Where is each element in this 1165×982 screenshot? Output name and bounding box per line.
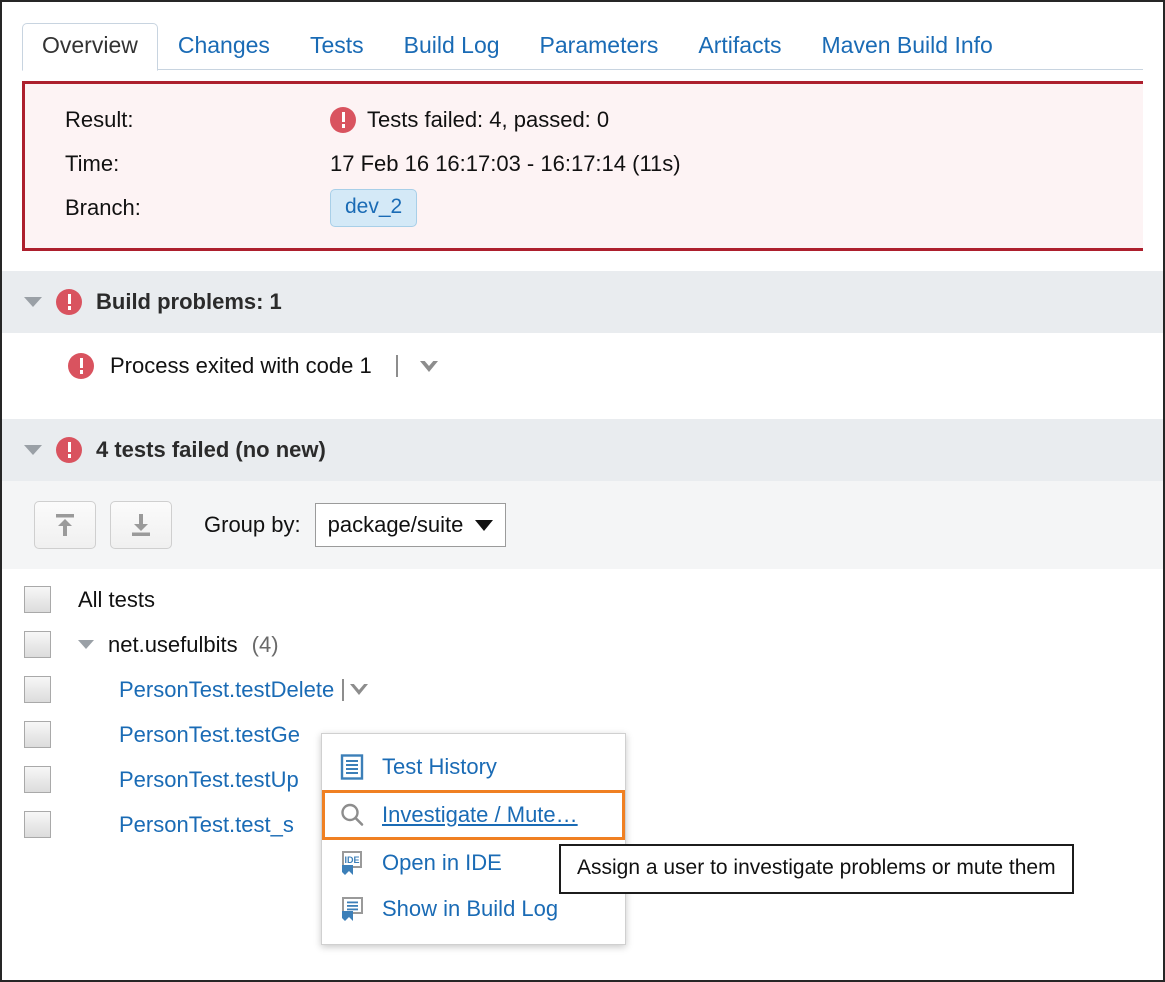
menu-item-test-history[interactable]: Test History bbox=[322, 744, 625, 790]
arrow-down-to-line-icon bbox=[128, 511, 154, 539]
tests-toolbar: Group by: package/suite bbox=[2, 481, 1163, 569]
tab-label: Changes bbox=[178, 32, 270, 58]
menu-item-investigate-mute[interactable]: Investigate / Mute… bbox=[322, 790, 625, 840]
test-name-link[interactable]: PersonTest.testGe bbox=[119, 722, 300, 748]
build-problem-text: Process exited with code 1 bbox=[110, 353, 372, 379]
tree-row-package: net.usefulbits (4) bbox=[2, 622, 1163, 667]
checkbox-test[interactable] bbox=[24, 721, 51, 748]
tree-row-all-tests: All tests bbox=[2, 577, 1163, 622]
chevron-down-icon bbox=[475, 520, 493, 531]
build-problem-item: Process exited with code 1 bbox=[2, 333, 1163, 399]
error-icon bbox=[68, 353, 94, 379]
menu-item-label: Investigate / Mute… bbox=[382, 802, 578, 828]
spacer bbox=[2, 251, 1163, 271]
tab-label: Maven Build Info bbox=[822, 32, 993, 58]
build-problems-header[interactable]: Build problems: 1 bbox=[2, 271, 1163, 333]
result-row: Result: Tests failed: 4, passed: 0 bbox=[25, 98, 1143, 142]
tab-build-log[interactable]: Build Log bbox=[384, 24, 520, 70]
tab-overview[interactable]: Overview bbox=[22, 23, 158, 71]
svg-text:IDE: IDE bbox=[344, 855, 359, 865]
tests-failed-header[interactable]: 4 tests failed (no new) bbox=[2, 419, 1163, 481]
result-value: Tests failed: 4, passed: 0 bbox=[330, 107, 609, 133]
time-row: Time: 17 Feb 16 16:17:03 - 16:17:14 (11s… bbox=[25, 142, 1143, 186]
build-problems-title: Build problems: 1 bbox=[96, 289, 282, 315]
branch-label: Branch: bbox=[25, 195, 330, 221]
chevron-down-icon[interactable] bbox=[420, 361, 438, 372]
chevron-down-icon[interactable] bbox=[24, 297, 42, 307]
checkbox-test[interactable] bbox=[24, 811, 51, 838]
table-row: PersonTest.testDelete bbox=[2, 667, 1163, 712]
time-value: 17 Feb 16 16:17:03 - 16:17:14 (11s) bbox=[330, 151, 681, 177]
group-by-select[interactable]: package/suite bbox=[315, 503, 507, 547]
tab-changes[interactable]: Changes bbox=[158, 24, 290, 70]
checkbox-package[interactable] bbox=[24, 631, 51, 658]
arrow-up-to-line-icon bbox=[52, 511, 78, 539]
magnifier-icon bbox=[338, 801, 366, 829]
test-history-icon bbox=[338, 753, 366, 781]
branch-row: Branch: dev_2 bbox=[25, 186, 1143, 230]
error-icon bbox=[56, 437, 82, 463]
build-overview-page: Overview Changes Tests Build Log Paramet… bbox=[0, 0, 1165, 982]
test-name-link[interactable]: PersonTest.testUp bbox=[119, 767, 299, 793]
group-by-label: Group by: bbox=[204, 512, 301, 538]
tab-bar: Overview Changes Tests Build Log Paramet… bbox=[2, 2, 1163, 70]
time-label: Time: bbox=[25, 151, 330, 177]
collapse-all-button[interactable] bbox=[34, 501, 96, 549]
tab-label: Parameters bbox=[540, 32, 659, 58]
result-label: Result: bbox=[25, 107, 330, 133]
branch-badge[interactable]: dev_2 bbox=[330, 189, 417, 227]
checkbox-all-tests[interactable] bbox=[24, 586, 51, 613]
spacer bbox=[2, 399, 1163, 419]
tree-count: (4) bbox=[252, 632, 279, 658]
tab-tests[interactable]: Tests bbox=[290, 24, 384, 70]
tab-label: Tests bbox=[310, 32, 364, 58]
expand-all-button[interactable] bbox=[110, 501, 172, 549]
show-in-build-log-icon bbox=[338, 895, 366, 923]
divider bbox=[396, 355, 398, 377]
tab-label: Overview bbox=[42, 32, 138, 58]
chevron-down-icon[interactable] bbox=[78, 640, 94, 649]
tooltip: Assign a user to investigate problems or… bbox=[559, 844, 1074, 894]
tab-maven-build-info[interactable]: Maven Build Info bbox=[802, 24, 1013, 70]
build-result-panel: Result: Tests failed: 4, passed: 0 Time:… bbox=[22, 81, 1143, 251]
chevron-down-icon[interactable] bbox=[24, 445, 42, 455]
tab-label: Build Log bbox=[404, 32, 500, 58]
test-context-menu: Test History Investigate / Mute… IDE Ope… bbox=[321, 733, 626, 945]
tab-parameters[interactable]: Parameters bbox=[520, 24, 679, 70]
menu-item-label: Show in Build Log bbox=[382, 896, 558, 922]
chevron-down-icon[interactable] bbox=[350, 684, 368, 695]
group-by-value: package/suite bbox=[328, 512, 464, 538]
result-status-text: Tests failed: 4, passed: 0 bbox=[367, 107, 609, 133]
open-in-ide-icon: IDE bbox=[338, 849, 366, 877]
tests-failed-title: 4 tests failed (no new) bbox=[96, 437, 326, 463]
divider bbox=[342, 679, 344, 701]
error-icon bbox=[56, 289, 82, 315]
test-name-link[interactable]: PersonTest.test_s bbox=[119, 812, 294, 838]
tab-label: Artifacts bbox=[698, 32, 781, 58]
tree-label: net.usefulbits bbox=[108, 632, 238, 658]
test-name-link[interactable]: PersonTest.testDelete bbox=[119, 677, 334, 703]
checkbox-test[interactable] bbox=[24, 676, 51, 703]
tree-label: All tests bbox=[78, 587, 155, 613]
menu-item-label: Open in IDE bbox=[382, 850, 502, 876]
branch-value: dev_2 bbox=[330, 189, 417, 227]
tab-artifacts[interactable]: Artifacts bbox=[678, 24, 801, 70]
error-icon bbox=[330, 107, 356, 133]
checkbox-test[interactable] bbox=[24, 766, 51, 793]
menu-item-label: Test History bbox=[382, 754, 497, 780]
